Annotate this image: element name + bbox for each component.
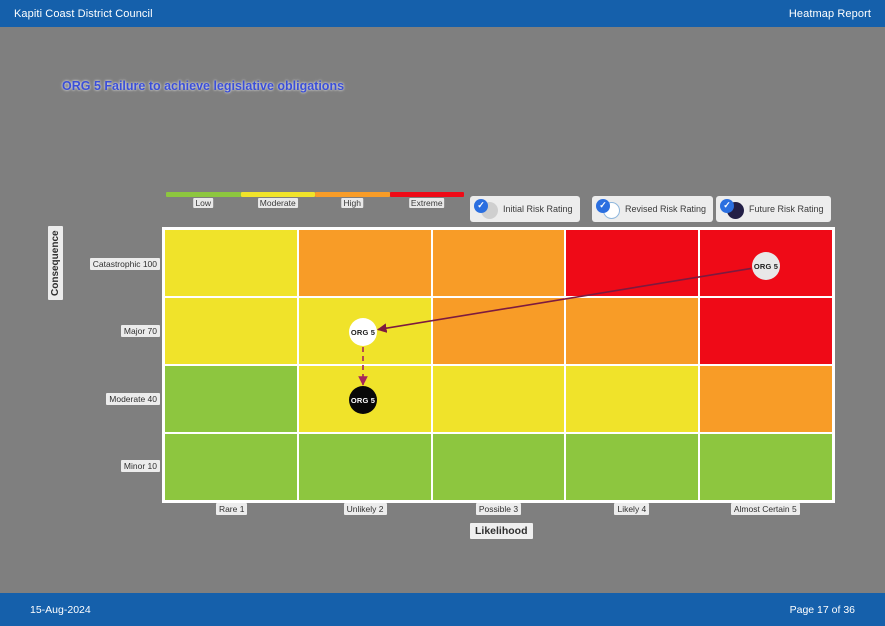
heatmap-cell[interactable] (432, 230, 565, 296)
heatmap-cell[interactable] (165, 298, 297, 364)
checkmark-icon[interactable]: ✓ (474, 198, 488, 213)
heatmap-cell[interactable] (432, 434, 565, 500)
app-footer: 15-Aug-2024 Page 17 of 36 (0, 593, 885, 626)
scale-bar-high (315, 192, 390, 197)
heatmap-cell[interactable] (566, 366, 699, 432)
heatmap-cell[interactable] (432, 298, 565, 364)
x-axis-ticks: Rare 1 Unlikely 2 Possible 3 Likely 4 Almost… (165, 503, 832, 520)
y-axis-ticks: Catastrophic 100 Major 70 Moderate 40 Minor… (0, 230, 160, 500)
checkmark-icon[interactable]: ✓ (720, 198, 734, 213)
scale-label-extreme: Extreme (408, 198, 445, 208)
x-axis-tick: Rare 1 (165, 503, 298, 515)
risk-scale-legend: Low Moderate High Extreme (166, 192, 464, 214)
heatmap-cell[interactable] (165, 230, 297, 296)
x-axis-tick: Unlikely 2 (298, 503, 431, 515)
x-axis-tick: Possible 3 (432, 503, 565, 515)
legend-item-initial-risk-rating[interactable]: ✓ Initial Risk Rating (470, 196, 580, 222)
heatmap-cell[interactable] (165, 366, 297, 432)
legend-item-revised-risk-rating[interactable]: ✓ Revised Risk Rating (592, 196, 714, 222)
future-risk-marker-swatch: ✓ (720, 198, 744, 220)
scale-bar-extreme (389, 192, 464, 197)
legend-label-future: Future Risk Rating (749, 204, 824, 214)
scale-label-high: High (341, 198, 363, 208)
x-axis-tick: Almost Certain 5 (699, 503, 832, 515)
report-name: Heatmap Report (788, 7, 871, 20)
organisation-name: Kapiti Coast District Council (14, 7, 153, 20)
legend-item-future-risk-rating[interactable]: ✓ Future Risk Rating (716, 196, 831, 222)
heatmap-report-page: Kapiti Coast District Council Heatmap Re… (0, 0, 885, 626)
risk-marker[interactable]: ORG 5 (349, 386, 377, 414)
x-axis-tick: Likely 4 (565, 503, 698, 515)
heatmap-cell[interactable] (700, 366, 832, 432)
heatmap-cell[interactable] (298, 434, 431, 500)
initial-risk-marker-swatch: ✓ (474, 198, 498, 220)
page-title: ORG 5 Failure to achieve legislative obl… (62, 79, 345, 93)
scale-label-low: Low (193, 198, 214, 208)
scale-label-moderate: Moderate (257, 198, 298, 208)
x-axis-title: Likelihood (470, 523, 533, 539)
heatmap-cell[interactable] (298, 230, 431, 296)
scale-item-extreme: Extreme (389, 192, 464, 214)
scale-item-low: Low (166, 192, 241, 214)
scale-bar-moderate (240, 192, 315, 197)
heatmap-cell[interactable] (566, 434, 699, 500)
risk-marker[interactable]: ORG 5 (752, 252, 780, 280)
legend-label-revised: Revised Risk Rating (625, 204, 707, 214)
heatmap-cell[interactable] (432, 366, 565, 432)
app-header: Kapiti Coast District Council Heatmap Re… (0, 0, 885, 27)
y-axis-tick: Moderate 40 (106, 392, 160, 405)
heatmap-cell[interactable] (566, 298, 699, 364)
scale-bar-low (166, 192, 241, 197)
heatmap-cell[interactable] (700, 298, 832, 364)
checkmark-icon[interactable]: ✓ (596, 198, 610, 213)
risk-marker[interactable]: ORG 5 (349, 318, 377, 346)
legend-label-initial: Initial Risk Rating (503, 204, 573, 214)
footer-date: 15-Aug-2024 (30, 603, 91, 616)
scale-item-moderate: Moderate (240, 192, 315, 214)
risk-heatmap-matrix[interactable] (165, 230, 832, 500)
heatmap-cell[interactable] (566, 230, 699, 296)
y-axis-tick: Major 70 (120, 325, 160, 338)
revised-risk-marker-swatch: ✓ (596, 198, 620, 220)
scale-item-high: High (315, 192, 390, 214)
y-axis-tick: Minor 10 (120, 460, 160, 473)
heatmap-cell[interactable] (700, 434, 832, 500)
footer-page-number: Page 17 of 36 (789, 603, 855, 616)
heatmap-cell[interactable] (165, 434, 297, 500)
y-axis-tick: Catastrophic 100 (89, 257, 160, 270)
